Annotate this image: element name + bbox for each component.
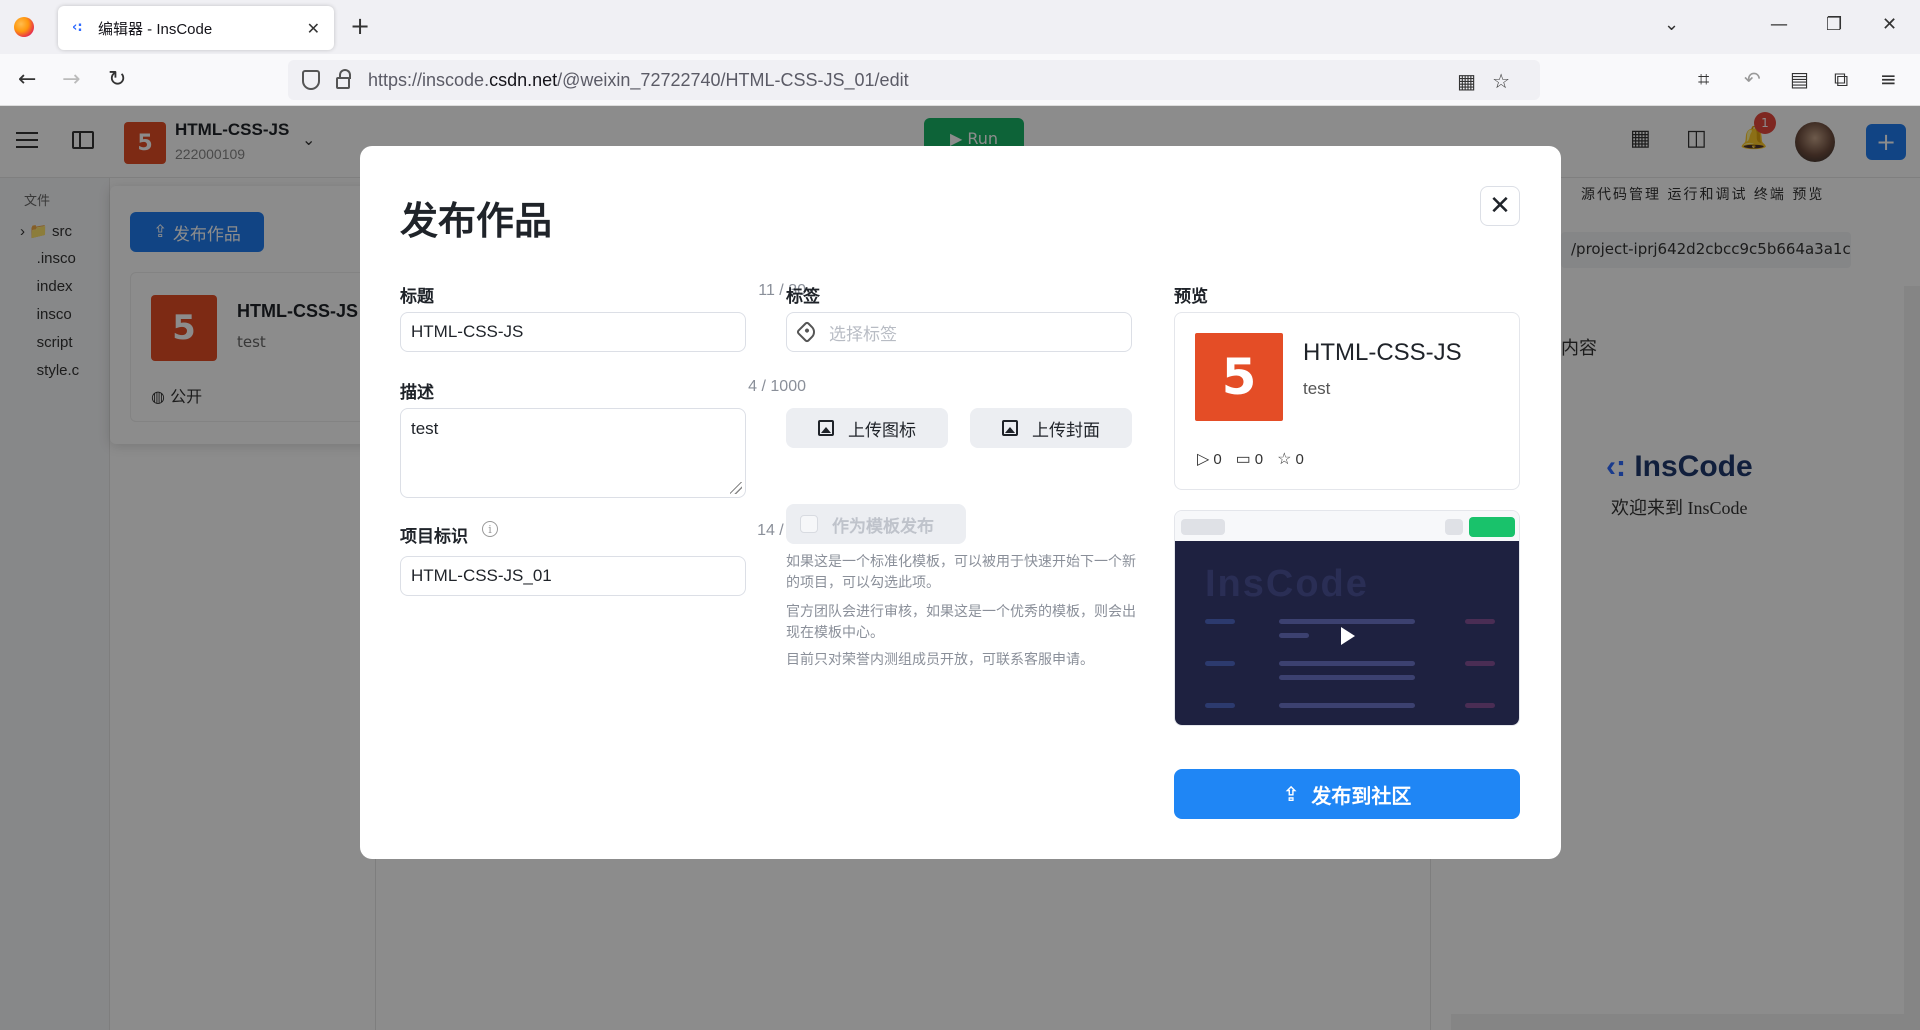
play-count: ▷ 0: [1197, 451, 1222, 468]
tags-field-label: 标签: [786, 287, 820, 307]
play-icon: ▷: [1197, 451, 1210, 468]
lock-icon[interactable]: [336, 69, 351, 89]
extensions-icon[interactable]: ⧉: [1834, 67, 1848, 91]
desc-field-label: 描述: [400, 383, 434, 403]
cover-toolbar: [1175, 511, 1519, 541]
cover-line: [1205, 661, 1235, 666]
cover-line: [1465, 619, 1495, 624]
cover-line: [1279, 619, 1415, 624]
template-label: 作为模板发布: [832, 516, 934, 537]
template-checkbox[interactable]: [800, 515, 818, 533]
reload-icon[interactable]: ↻: [108, 67, 126, 92]
browser-tab[interactable]: ‹: 编辑器 - InsCode ✕: [58, 6, 334, 50]
preview-project-name: HTML-CSS-JS: [1303, 339, 1462, 366]
url-prefix: https://inscode.: [368, 69, 490, 90]
cover-line: [1279, 703, 1415, 708]
upload-icon-button[interactable]: 上传图标: [786, 408, 948, 448]
window-close-icon[interactable]: ✕: [1882, 14, 1897, 35]
cover-line: [1279, 633, 1309, 638]
publish-label: 发布到社区: [1311, 783, 1412, 808]
browser-nav-bar: ← → ↻ https://inscode. csdn.net/@weixin_7…: [0, 54, 1920, 106]
template-hint-3: 目前只对荣誉内测组成员开放，可联系客服申请。: [786, 652, 1094, 668]
info-icon[interactable]: i: [482, 521, 498, 537]
image-icon: [818, 420, 834, 436]
project-id-field-label: 项目标识: [400, 527, 468, 547]
url-path: /@weixin_72722740/HTML-CSS-JS_01/edit: [557, 69, 909, 90]
cover-pill: [1445, 519, 1463, 535]
new-tab-icon[interactable]: +: [350, 12, 370, 40]
screenshot-crop-icon[interactable]: ⌗: [1698, 67, 1709, 91]
preview-label: 预览: [1174, 287, 1208, 307]
resize-grip-icon[interactable]: [730, 482, 742, 494]
cover-body: InsCode: [1175, 541, 1519, 725]
reader-icon[interactable]: ▤: [1790, 67, 1809, 91]
list-tabs-chevron-icon[interactable]: ⌄: [1664, 14, 1679, 35]
upload-icon-label: 上传图标: [848, 420, 916, 441]
back-icon[interactable]: ←: [18, 67, 36, 92]
title-input[interactable]: HTML-CSS-JS: [400, 312, 746, 352]
forward-icon[interactable]: →: [62, 67, 80, 92]
undo-icon[interactable]: ↶: [1744, 67, 1761, 91]
project-id-input[interactable]: HTML-CSS-JS_01: [400, 556, 746, 596]
bookmark-star-icon[interactable]: ☆: [1492, 71, 1526, 93]
url-domain: csdn.net: [489, 69, 558, 90]
tab-close-icon[interactable]: ✕: [307, 19, 320, 38]
inscode-favicon-icon: ‹:: [72, 20, 83, 35]
template-hint-2: 官方团队会进行审核，如果这是一个优秀的模板，则会出现在模板中心。: [786, 604, 1136, 641]
comment-count: ▭ 0: [1235, 451, 1264, 468]
url-bar-actions: ▦☆: [1457, 69, 1526, 94]
cover-line: [1205, 619, 1235, 624]
cover-line: [1279, 675, 1415, 680]
app-menu-icon[interactable]: ≡: [1880, 67, 1897, 91]
upload-cover-label: 上传封面: [1032, 420, 1100, 441]
tags-select[interactable]: 选择标签: [786, 312, 1132, 352]
upload-icon: ⇪: [1282, 782, 1300, 806]
preview-project-desc: test: [1303, 379, 1331, 398]
desc-textarea-value: test: [411, 419, 439, 438]
tracking-shield-icon[interactable]: [302, 70, 320, 90]
close-icon: ✕: [1489, 191, 1511, 221]
firefox-logo-icon: [14, 17, 34, 37]
publish-as-template-toggle[interactable]: 作为模板发布: [786, 504, 966, 544]
publish-modal: 发布作品 ✕ 标题 11 / 30 HTML-CSS-JS 描述 4 / 100…: [360, 146, 1561, 859]
cover-run-pill: [1469, 517, 1515, 537]
browser-tab-bar: ‹: 编辑器 - InsCode ✕ + ⌄ — ❐ ✕: [0, 0, 1920, 54]
tags-placeholder: 选择标签: [829, 324, 897, 345]
upload-cover-button[interactable]: 上传封面: [970, 408, 1132, 448]
tag-icon: [795, 320, 819, 344]
cover-pill: [1181, 519, 1225, 535]
cover-line: [1205, 703, 1235, 708]
restore-icon[interactable]: ❐: [1826, 14, 1842, 35]
play-icon[interactable]: [1341, 627, 1355, 645]
cover-line: [1465, 703, 1495, 708]
comment-icon: ▭: [1235, 451, 1251, 468]
publish-to-community-button[interactable]: ⇪ 发布到社区: [1174, 769, 1520, 819]
image-icon: [1002, 420, 1018, 436]
qr-code-icon[interactable]: ▦: [1457, 71, 1492, 93]
cover-line: [1465, 661, 1495, 666]
html5-logo-icon: 5: [1195, 333, 1283, 421]
title-field-label: 标题: [400, 287, 434, 307]
minimize-icon[interactable]: —: [1770, 14, 1788, 35]
cover-watermark: InsCode: [1205, 563, 1369, 605]
preview-card: 5 HTML-CSS-JS test ▷ 0 ▭ 0 ☆ 0: [1174, 312, 1520, 490]
desc-char-count: 4 / 1000: [748, 378, 806, 395]
star-icon: ☆: [1277, 451, 1292, 468]
cover-line: [1279, 661, 1415, 666]
modal-title: 发布作品: [400, 199, 553, 243]
desc-textarea[interactable]: test: [400, 408, 746, 498]
tab-title: 编辑器 - InsCode: [98, 20, 213, 38]
preview-stats: ▷ 0 ▭ 0 ☆ 0: [1197, 449, 1304, 469]
modal-close-button[interactable]: ✕: [1480, 186, 1520, 226]
star-count: ☆ 0: [1277, 451, 1304, 468]
preview-cover: InsCode: [1174, 510, 1520, 726]
url-bar[interactable]: https://inscode. csdn.net/@weixin_7272274…: [288, 60, 1540, 100]
template-hint-1: 如果这是一个标准化模板，可以被用于快速开始下一个新的项目，可以勾选此项。: [786, 554, 1136, 591]
